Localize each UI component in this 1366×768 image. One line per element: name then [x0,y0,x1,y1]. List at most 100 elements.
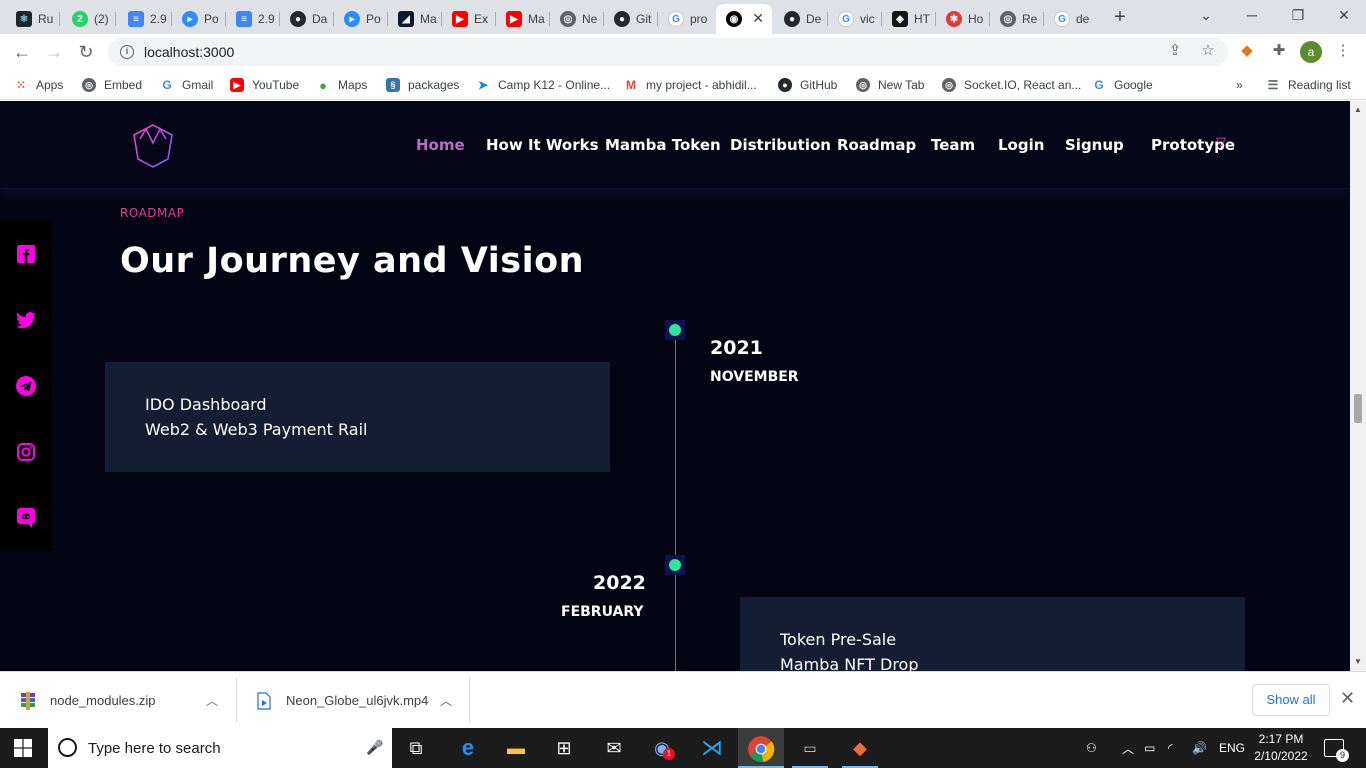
battery-icon[interactable]: ▭ [1144,728,1155,768]
browser-tab[interactable]: ● Da [280,4,334,34]
git-icon[interactable]: ◆ [846,734,874,762]
browser-tab[interactable]: ◎ Re [990,4,1044,34]
windows-start-icon[interactable] [14,739,32,757]
close-icon[interactable]: ✕ [1340,688,1355,709]
bookmark-item[interactable]: ▶ YouTube [230,76,299,94]
metamask-icon[interactable]: ◆ [1236,40,1258,62]
download-item[interactable]: Neon_Globe_ul6jvk.mp4 ︿ [256,672,456,729]
nav-home[interactable]: Home [416,136,465,154]
download-item[interactable]: node_modules.zip ︿ [20,672,220,729]
facebook-icon[interactable] [16,244,36,264]
nav-signup[interactable]: Signup [1065,136,1124,154]
more-bookmarks-icon[interactable]: » [1236,76,1243,94]
bookmark-apps[interactable]: ⁙ Apps [14,76,63,94]
bookmark-item[interactable]: ◎ New Tab [856,76,924,94]
page-scrollbar[interactable]: ▲ ▼ [1350,101,1366,671]
telegram-icon[interactable] [16,376,36,396]
microphone-icon[interactable]: 🎤 [366,739,383,756]
browser-tab[interactable]: ▸ Po [172,4,226,34]
bookmark-star-icon[interactable]: ☆ [1197,40,1219,62]
browser-tab[interactable]: ● De [774,4,828,34]
scroll-up-icon[interactable]: ▲ [1354,105,1362,114]
browser-tab[interactable]: ◎ Ne [550,4,604,34]
nav-how-it-works[interactable]: How It Works [486,136,599,154]
language-indicator[interactable]: ENG [1219,728,1245,768]
reload-icon[interactable]: ↻ [74,40,98,64]
address-bar[interactable]: i localhost:3000 [108,38,1228,66]
bookmark-item[interactable]: ● GitHub [778,76,837,94]
mail-icon[interactable]: ✉ [600,734,628,762]
notification-center-icon[interactable]: 9 [1324,739,1349,762]
menu-icon[interactable]: ⋮ [1332,40,1354,62]
bookmark-item[interactable]: ● Maps [316,76,367,94]
scroll-down-icon[interactable]: ▼ [1354,657,1362,666]
instagram-icon[interactable] [16,442,36,462]
nav-roadmap[interactable]: Roadmap [837,136,916,154]
browser-tab[interactable]: G vic [828,4,882,34]
browser-tab[interactable]: ≡ 2.9 [226,4,280,34]
people-icon[interactable]: ⚇ [1086,728,1097,768]
browser-tab[interactable]: ◢ Ma [388,4,442,34]
browser-tab-active[interactable]: ◉ ✕ [716,4,772,34]
mamba-logo-icon[interactable] [130,121,176,171]
tab-search-icon[interactable]: ⌄ [1192,4,1220,26]
bookmark-item[interactable]: G Google [1092,76,1152,94]
forward-icon[interactable]: → [42,40,66,64]
browser-tab[interactable]: ✱ Ho [936,4,990,34]
nav-distribution[interactable]: Distribution [730,136,831,154]
bookmark-item[interactable]: ◎ Socket.IO, React an... [942,76,1081,94]
chevron-up-icon[interactable]: ︿ [440,692,452,709]
bookmark-item[interactable]: ➤ Camp K12 - Online... [476,76,610,94]
browser-tab[interactable]: ◈ HT [882,4,936,34]
nav-login[interactable]: Login [998,136,1044,154]
scrollbar-thumb[interactable] [1354,394,1362,423]
wifi-icon[interactable]: ◜ [1168,728,1173,768]
browser-tab[interactable]: ▸ Po [334,4,388,34]
minimize-icon[interactable]: ─ [1238,4,1266,26]
share-icon[interactable]: ⇪ [1164,40,1186,62]
nav-mamba-token[interactable]: Mamba Token [605,136,721,154]
maximize-icon[interactable]: ❐ [1284,4,1312,26]
browser-tab[interactable]: ⚛ Ru [6,4,60,34]
back-icon[interactable]: ← [10,40,34,64]
webcam-app-icon[interactable]: ◉ 1 [648,734,676,762]
terminal-icon[interactable]: ▭ [796,734,824,762]
new-tab-button[interactable]: + [1108,6,1132,30]
profile-avatar[interactable]: a [1300,41,1322,63]
browser-tab[interactable]: ▶ Ma [496,4,550,34]
site-info-icon[interactable]: i [120,45,134,59]
discord-icon[interactable] [16,508,36,528]
browser-tab[interactable]: ▶ Ex [442,4,496,34]
show-all-button[interactable]: Show all [1252,684,1330,716]
close-window-icon[interactable]: ✕ [1330,4,1358,26]
bookmark-item[interactable]: M my project - abhidil... [624,76,757,94]
volume-icon[interactable]: 🔊 [1192,728,1207,768]
browser-tab[interactable]: ≡ 2.9 [118,4,172,34]
browser-tab[interactable]: G de [1044,4,1098,34]
chevron-up-icon[interactable]: ︿ [206,692,218,709]
vscode-icon[interactable]: ⋊ [698,734,726,762]
close-tab-icon[interactable]: ✕ [752,10,764,27]
zoom-icon: ▸ [344,11,360,27]
bookmark-item[interactable]: ◎ Embed [82,76,142,94]
bookmark-item[interactable]: § packages [386,76,459,94]
reading-list[interactable]: ☰ Reading list [1266,76,1351,94]
chrome-icon[interactable] [747,735,775,763]
task-view-icon[interactable]: ⧉ [402,734,430,762]
chevron-down-icon[interactable]: ▽ [1216,135,1226,150]
browser-tab[interactable]: ● Git [604,4,658,34]
nav-team[interactable]: Team [931,136,975,154]
badge-count: 1 [663,748,675,760]
system-clock[interactable]: 2:17 PM 2/10/2022 [1252,731,1310,765]
bookmark-item[interactable]: G Gmail [160,76,213,94]
twitter-icon[interactable] [16,310,36,330]
edge-icon[interactable]: e [454,734,482,762]
taskbar-search-input[interactable]: Type here to search 🎤 [48,728,392,768]
browser-tab[interactable]: 2 (2) [62,4,116,34]
browser-tab[interactable]: G pro [658,4,712,34]
file-explorer-icon[interactable]: ▬ [502,734,530,762]
extensions-icon[interactable]: ✚ [1268,40,1290,62]
tray-expand-icon[interactable]: ︿ [1122,728,1134,768]
store-icon[interactable]: ⊞ [550,734,578,762]
reading-list-label: Reading list [1288,78,1351,92]
